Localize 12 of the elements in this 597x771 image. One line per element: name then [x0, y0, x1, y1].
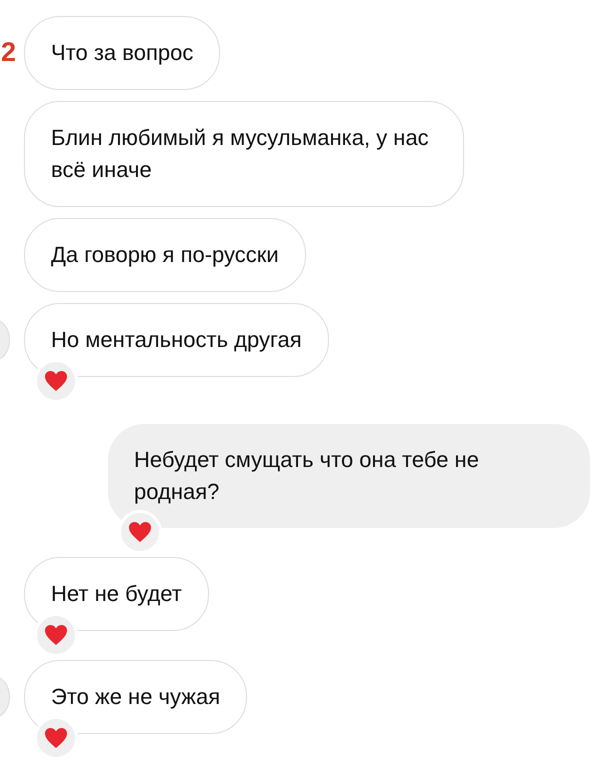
- message-bubble: Нет не будет: [24, 557, 209, 631]
- message-bubble: Это же не чужая: [24, 660, 248, 734]
- heart-icon: [128, 521, 152, 543]
- message-bubble: Что за вопрос: [24, 16, 220, 90]
- message-bubble: Но ментальность другая: [24, 303, 329, 377]
- message-bubble: Да говорю я по-русски: [24, 218, 306, 292]
- heart-icon: [44, 370, 68, 392]
- message-bubble: Блин любимый я мусульманка, у нас всё иначе: [24, 101, 464, 207]
- message-bubble: Небудет смущать что она тебе не родная?: [108, 424, 590, 528]
- heart-icon: [44, 727, 68, 749]
- unread-count: 2: [1, 37, 16, 68]
- heart-icon: [44, 624, 68, 646]
